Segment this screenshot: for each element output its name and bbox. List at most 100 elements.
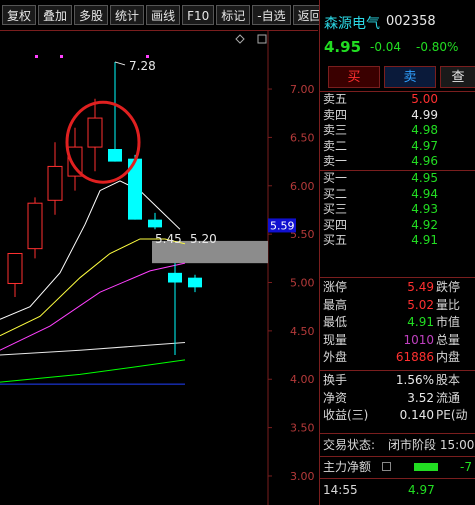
buy-button[interactable]: 买 [328,66,380,88]
stat-row: 外盘 61886 内盘 [320,349,475,367]
quote-panel: 森源电气 002358 4.95 -0.04 -0.80% 买 卖 查 卖五 5… [319,0,475,505]
ask-row[interactable]: 卖二 4.97 [320,139,475,155]
bid-row[interactable]: 买一 4.95 [320,171,475,187]
stat-value: 0.140 [399,408,434,422]
ask-row[interactable]: 卖一 4.96 [320,154,475,170]
main-flow-row[interactable]: 主力净额 -7 [320,458,475,476]
flow-bar [414,463,438,471]
price-axis-label: 5.00 [290,277,315,290]
stat-right-label: 量比 [436,297,461,312]
candle-body [188,277,202,288]
toolbar-button-mark[interactable]: 标记 [216,5,251,25]
price-change: -0.04 [370,40,402,54]
tick-row: 14:55 4.97 [320,481,475,499]
query-button[interactable]: 查 [440,66,475,88]
stat-right-label: 总量 [436,332,461,347]
ma20-line [0,262,186,351]
toolbar-button-statistics[interactable]: 统计 [110,5,145,25]
stat-value: 5.49 [407,280,434,294]
bid-price: 4.93 [411,202,438,217]
stat-label: 现量 [323,332,348,347]
last-price: 4.95 [324,38,362,56]
stat-value: 1010 [403,332,434,347]
candle-body [168,272,182,283]
kline-chart[interactable]: 7.00 6.50 6.00 5.50 5.00 4.50 4.00 3.50 3.00 7.28… [0,31,318,505]
sell-button[interactable]: 卖 [384,66,436,88]
ma-label-2: 5.20 [190,232,217,246]
stat-right-label: PE(动 [436,408,468,422]
price-axis-label: 3.50 [290,422,315,435]
stat-label: 换手 [323,373,348,387]
stat-row: 收益(三) 0.140 PE(动 [320,407,475,425]
candle-body [108,149,122,162]
ask-price: 4.99 [411,107,438,122]
divider [320,456,475,457]
ask-row[interactable]: 卖五 5.00 [320,92,475,108]
divider [320,478,475,479]
stat-label: 外盘 [323,350,348,364]
ask-price: 5.00 [411,92,438,106]
stat-label: 最低 [323,315,348,329]
candle-body [47,165,63,201]
stat-value: 5.02 [407,297,434,312]
price-axis-label: 6.00 [290,180,315,193]
bid-label: 买二 [323,186,348,201]
toolbar-button-f10[interactable]: F10 [182,5,215,25]
bid-label: 买五 [323,233,348,248]
trade-buttons: 买 卖 查 [320,66,475,90]
stat-right-label: 内盘 [436,350,461,364]
trade-status-value: 闭市阶段 15:00 [388,438,475,452]
diamond-icon [235,34,245,44]
chart-toolbar: 复权 叠加 多股 统计 画线 F10 标记 -自选 返回 [0,0,327,31]
candle-body [7,252,23,284]
trade-status-label: 交易状态: [323,438,376,452]
ask-price: 4.97 [411,138,438,153]
candle-body [87,117,103,148]
stat-row: 净资 3.52 流通 [320,390,475,408]
ask-row[interactable]: 卖四 4.99 [320,108,475,124]
trade-status: 交易状态: 闭市阶段 15:00 [320,436,475,454]
price-axis-label: 3.00 [290,470,315,483]
bid-row[interactable]: 买二 4.94 [320,187,475,203]
toolbar-button-draw-line[interactable]: 画线 [146,5,181,25]
current-price-text: 5.59 [270,219,295,232]
ma-label-1: 5.45 [155,232,182,246]
stat-row: 现量 1010 总量 [320,332,475,350]
price-change-percent: -0.80% [416,40,459,54]
ask-label: 卖一 [323,154,348,169]
stat-row: 最高 5.02 量比 [320,297,475,315]
high-label-pointer [114,61,126,66]
marker-dot [146,55,149,58]
stat-row: 涨停 5.49 跌停 [320,279,475,297]
bid-row[interactable]: 买四 4.92 [320,218,475,234]
stat-value: 61886 [395,350,434,364]
highlight-circle [65,100,141,184]
price-axis-label: 6.50 [290,131,315,144]
bid-row[interactable]: 买五 4.91 [320,233,475,249]
tick-time: 14:55 [323,483,358,497]
ask-label: 卖二 [323,138,348,153]
toolbar-button-overlay[interactable]: 叠加 [38,5,73,25]
bid-price: 4.91 [411,233,438,248]
tick-price: 4.97 [408,483,435,497]
ask-price: 4.96 [411,154,438,169]
ask-label: 卖四 [323,107,348,122]
stat-row: 最低 4.91 市值 [320,314,475,332]
window-icon [257,34,267,44]
bid-row[interactable]: 买三 4.93 [320,202,475,218]
toolbar-button-adjust[interactable]: 复权 [2,5,37,25]
bid-label: 买三 [323,202,348,217]
toolbar-button-multi-stock[interactable]: 多股 [74,5,109,25]
ask-row[interactable]: 卖三 4.98 [320,123,475,139]
stat-value: 3.52 [407,390,434,405]
main-flow-value: -7 [460,460,472,474]
toolbar-button-remove-watchlist[interactable]: -自选 [252,5,291,25]
high-label: 7.28 [129,59,156,73]
stat-value: 4.91 [407,315,434,329]
ma60-line [0,359,186,383]
divider [320,370,475,371]
bid-price: 4.94 [411,186,438,201]
ask-label: 卖三 [323,123,348,138]
order-book: 卖五 5.00 卖四 4.99 卖三 4.98 卖二 4.97 卖一 4.96 … [320,92,475,249]
stock-name: 森源电气 [324,16,380,32]
